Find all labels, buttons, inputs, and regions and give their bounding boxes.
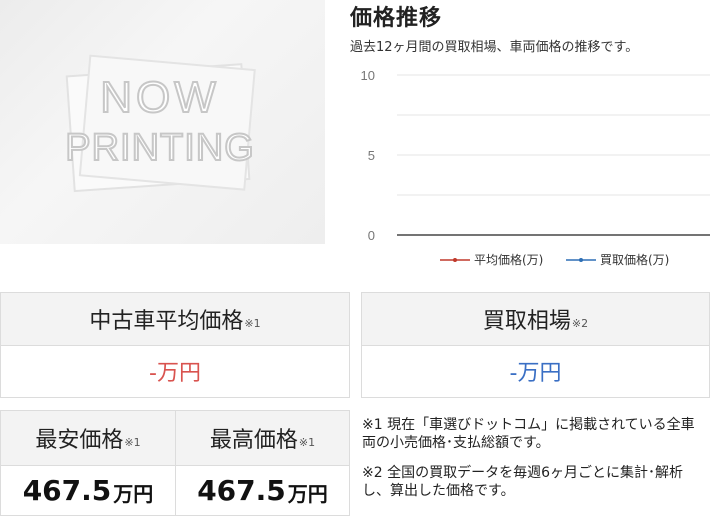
y-tick-label: 5 xyxy=(368,148,375,163)
placeholder-line2: PRINTING xyxy=(65,127,255,169)
average-price-label: 中古車平均価格 xyxy=(89,309,244,334)
placeholder-line1: NOW xyxy=(100,73,220,122)
footnote-2: ※2 全国の買取データを毎週6ヶ月ごとに集計･解析し、算出した価格です。 xyxy=(362,465,683,499)
y-tick-label: 10 xyxy=(361,68,375,83)
vehicle-photo-placeholder: NOW PRINTING xyxy=(0,0,325,244)
min-price-header: 最安価格 ※1 xyxy=(1,411,175,466)
min-price-label: 最安価格 xyxy=(35,428,124,453)
buyback-price-value: -万円 xyxy=(509,361,562,386)
legend-item-1[interactable]: 買取価格(万) xyxy=(566,252,669,267)
min-price-value: 467.5 xyxy=(22,473,112,507)
max-price-value-row: 467.5 万円 xyxy=(176,465,349,515)
legend-marker xyxy=(579,258,583,262)
legend-label: 買取価格(万) xyxy=(600,252,669,267)
max-price-label: 最高価格 xyxy=(209,428,298,453)
chart-legend: 平均価格(万) 買取価格(万) xyxy=(440,252,669,267)
average-price-value: -万円 xyxy=(149,361,201,386)
min-price-note: ※1 xyxy=(124,435,141,449)
now-printing-graphic: NOW PRINTING xyxy=(64,54,256,193)
y-tick-label: 0 xyxy=(368,228,375,243)
min-price-box: 最安価格 ※1 467.5 万円 xyxy=(0,410,176,516)
min-price-unit: 万円 xyxy=(113,481,154,506)
chart-y-axis: 10 5 0 xyxy=(361,68,375,243)
footnote-1: ※1 現在「車選びドットコム」に掲載されている全車両の小売価格･支払総額です。 xyxy=(362,417,695,451)
chart-grid xyxy=(397,74,710,236)
average-price-note: ※1 xyxy=(244,316,261,330)
buyback-price-note: ※2 xyxy=(571,316,589,330)
buyback-price-header: 買取相場 ※2 xyxy=(362,293,709,346)
legend-label: 平均価格(万) xyxy=(474,252,543,267)
max-price-note: ※1 xyxy=(298,435,316,449)
average-price-box: 中古車平均価格 ※1 -万円 xyxy=(0,292,350,398)
max-price-box: 最高価格 ※1 467.5 万円 xyxy=(175,410,350,516)
footnotes: ※1 現在「車選びドットコム」に掲載されている全車両の小売価格･支払総額です。 … xyxy=(362,416,707,512)
max-price-unit: 万円 xyxy=(287,481,328,506)
min-price-value-row: 467.5 万円 xyxy=(1,465,175,515)
buyback-price-box: 買取相場 ※2 -万円 xyxy=(361,292,710,398)
average-price-header: 中古車平均価格 ※1 xyxy=(1,293,349,346)
price-trend-chart: 10 5 0 平均価格(万) 買取価格(万) xyxy=(361,68,710,267)
max-price-value: 467.5 xyxy=(197,473,286,507)
max-price-header: 最高価格 ※1 xyxy=(176,411,349,466)
price-trend-title: 価格推移 xyxy=(350,6,443,31)
legend-marker xyxy=(453,258,457,262)
buyback-price-label: 買取相場 xyxy=(482,309,571,334)
price-trend-subtitle: 過去12ヶ月間の買取相場、車両価格の推移です。 xyxy=(350,40,639,55)
legend-item-0[interactable]: 平均価格(万) xyxy=(440,252,543,267)
